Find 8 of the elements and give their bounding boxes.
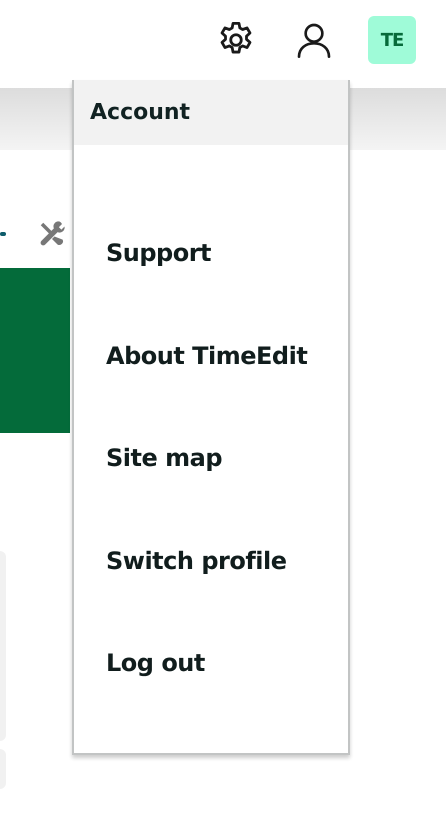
menu-item[interactable]: Site map [74, 444, 348, 546]
menu-item[interactable]: Support [74, 239, 348, 342]
line-end [0, 232, 6, 236]
menu-item[interactable]: Log out [74, 649, 348, 752]
app-logo[interactable]: TE [368, 16, 416, 64]
menu-item[interactable]: Switch profile [74, 546, 348, 649]
menu-item[interactable]: About TimeEdit [74, 342, 348, 444]
menu-title: Account [74, 80, 348, 145]
